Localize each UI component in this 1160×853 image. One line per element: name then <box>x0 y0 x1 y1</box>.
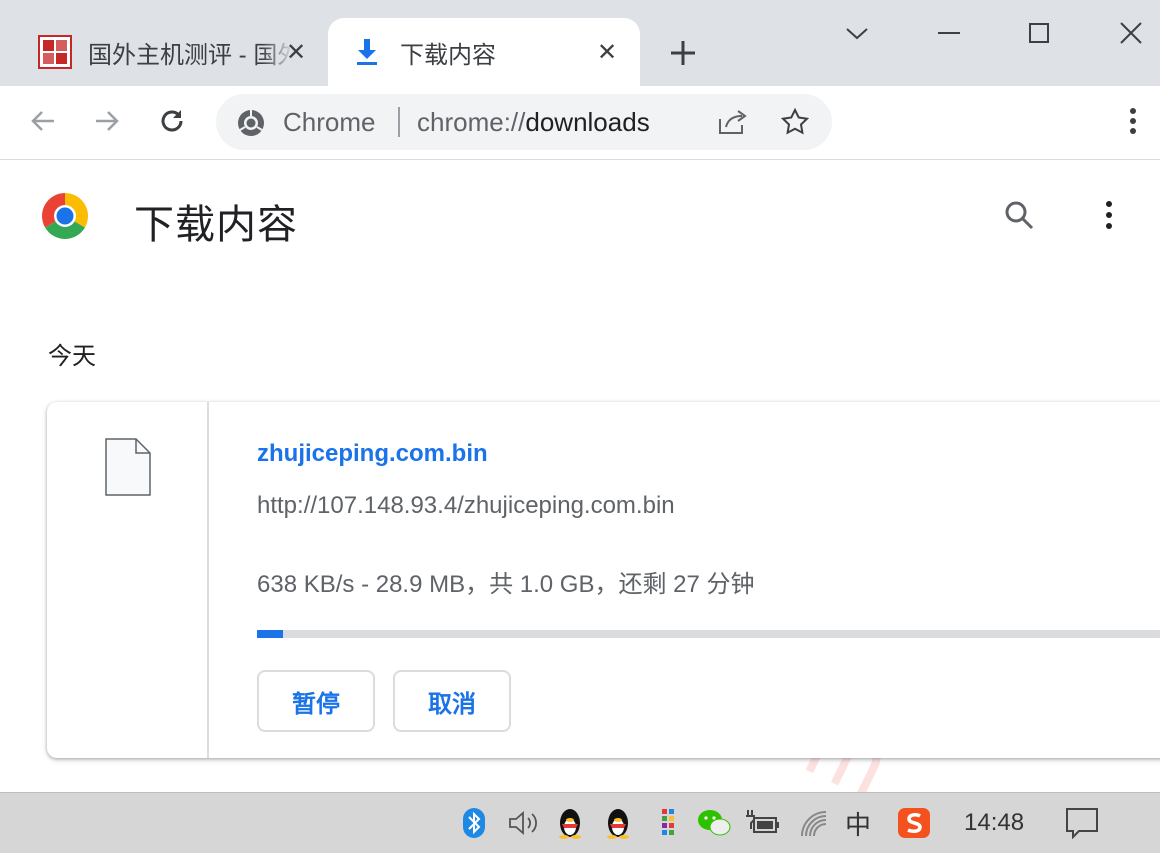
share-icon[interactable] <box>716 107 750 137</box>
tab-strip: 国外主机测评 - 国外 ✕ 下载内容 ✕ <box>0 0 1160 86</box>
download-progress-bar <box>257 630 1160 638</box>
browser-toolbar: Chrome chrome://downloads <box>0 86 1160 160</box>
volume-icon[interactable] <box>506 805 542 841</box>
power-plug-battery-icon[interactable] <box>744 805 780 841</box>
system-clock[interactable]: 14:48 <box>964 809 1024 837</box>
tab-search-chevron-down-icon[interactable] <box>842 18 872 48</box>
sogou-input-icon[interactable] <box>896 805 932 841</box>
notification-center-icon[interactable] <box>1064 805 1100 841</box>
tab-title: 国外主机测评 - 国外 <box>88 41 293 69</box>
downloads-page: 下载内容 今天 zhujiceping.com zhujiceping.com.… <box>0 160 1160 792</box>
download-progress-fill <box>257 630 284 638</box>
close-window-icon[interactable] <box>1116 18 1146 48</box>
chrome-icon <box>238 110 264 136</box>
wifi-icon[interactable] <box>796 805 832 841</box>
download-item-card: zhujiceping.com.bin http://107.148.93.4/… <box>47 402 1160 758</box>
tab-site[interactable]: 国外主机测评 - 国外 ✕ <box>18 18 328 86</box>
ime-label: 中 <box>844 809 871 840</box>
file-icon <box>105 438 151 496</box>
minimize-icon[interactable] <box>934 18 964 48</box>
new-tab-plus-icon[interactable] <box>666 36 700 70</box>
download-icon <box>357 39 377 65</box>
cancel-button[interactable]: 取消 <box>393 670 511 732</box>
maximize-icon[interactable] <box>1024 18 1054 48</box>
wechat-icon[interactable] <box>696 805 732 841</box>
search-icon[interactable] <box>1002 198 1036 232</box>
page-title: 下载内容 <box>134 203 298 247</box>
site-chip-label: Chrome <box>283 107 376 137</box>
reload-icon[interactable] <box>157 106 187 136</box>
omnibox[interactable]: Chrome chrome://downloads <box>216 94 832 150</box>
more-actions-icon[interactable] <box>1094 198 1124 232</box>
download-source-url[interactable]: http://107.148.93.4/zhujiceping.com.bin <box>257 492 675 520</box>
url-path: downloads <box>525 107 650 137</box>
url-scheme: chrome:// <box>417 107 526 137</box>
address-url[interactable]: chrome://downloads <box>417 107 650 138</box>
back-arrow-icon[interactable] <box>28 106 58 136</box>
close-tab-icon[interactable]: ✕ <box>592 38 622 67</box>
bookmark-star-icon[interactable] <box>780 107 810 137</box>
input-method-indicator[interactable]: 中 <box>840 805 876 841</box>
tab-title: 下载内容 <box>400 41 496 69</box>
qq-penguin-icon[interactable] <box>552 805 588 841</box>
forward-arrow-icon[interactable] <box>92 106 122 136</box>
file-icon-column <box>47 402 209 758</box>
system-taskbar: 中 14:48 <box>0 792 1160 853</box>
download-status-text: 638 KB/s - 28.9 MB，共 1.0 GB，还剩 27 分钟 <box>257 571 755 598</box>
chrome-logo-icon <box>42 193 88 239</box>
pause-button[interactable]: 暂停 <box>257 670 375 732</box>
qq-penguin-icon-2[interactable] <box>600 805 636 841</box>
date-section-header: 今天 <box>48 343 96 370</box>
browser-menu-icon[interactable] <box>1119 106 1147 136</box>
omnibox-separator <box>398 107 400 137</box>
download-file-name-link[interactable]: zhujiceping.com.bin <box>257 440 488 468</box>
site-favicon-icon <box>38 35 72 69</box>
color-grid-app-icon[interactable] <box>650 805 686 841</box>
close-tab-icon[interactable]: ✕ <box>281 38 311 67</box>
tab-downloads[interactable]: 下载内容 ✕ <box>328 18 640 86</box>
bluetooth-icon[interactable] <box>456 805 492 841</box>
